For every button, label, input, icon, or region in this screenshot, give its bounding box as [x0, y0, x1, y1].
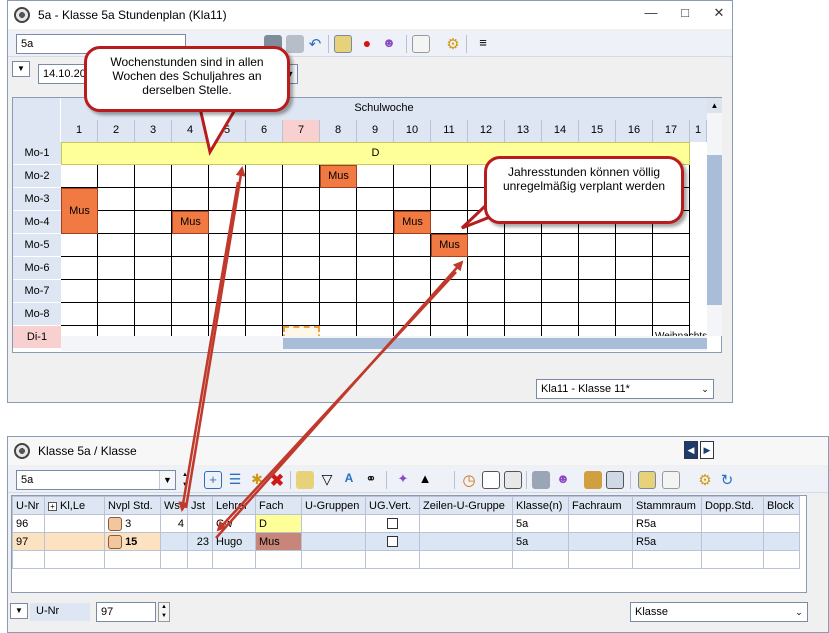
arrow-to-jst-cell: [216, 271, 457, 532]
arrow-to-weekly-lesson: [184, 166, 246, 509]
arrow-to-wst-cell: [178, 181, 240, 512]
callout-pointer-weekly: [198, 106, 239, 157]
callout-weekly: Wochenstunden sind in allen Wochen des S…: [84, 46, 290, 112]
callout-yearly: Jahresstunden können völlig unregelmäßig…: [484, 156, 684, 224]
